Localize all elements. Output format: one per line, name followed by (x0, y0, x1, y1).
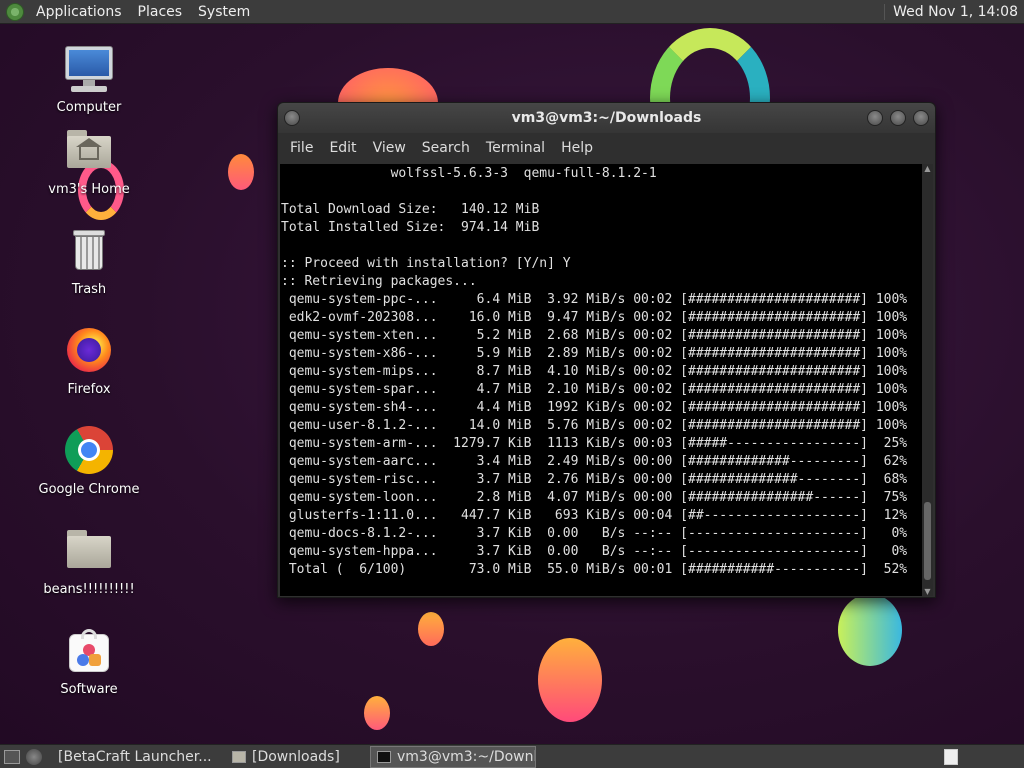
desktop-icon-label: Google Chrome (38, 482, 140, 497)
decor-green-blob (838, 594, 902, 666)
menu-places[interactable]: Places (130, 4, 191, 20)
desktop-icon-home[interactable]: vm3's Home (34, 126, 144, 197)
trash-icon (63, 226, 115, 278)
desktop-icon-label: Software (60, 682, 118, 697)
task-label: [BetaCraft Launcher... (58, 748, 212, 765)
task-label: vm3@vm3:~/Downl... (397, 748, 536, 765)
decor-orange-blob-2 (418, 612, 444, 646)
workspace-switcher[interactable] (944, 748, 958, 765)
folder-icon (232, 750, 246, 763)
menu-search[interactable]: Search (414, 140, 478, 156)
window-title: vm3@vm3:~/Downloads (511, 110, 702, 126)
desktop-icon-computer[interactable]: Computer (34, 44, 144, 115)
menu-view[interactable]: View (365, 140, 414, 156)
scroll-down-arrow-icon[interactable]: ▼ (922, 587, 933, 596)
clock[interactable]: Wed Nov 1, 14:08 (884, 3, 1024, 20)
maximize-button[interactable] (890, 110, 906, 126)
chrome-icon (63, 426, 115, 478)
computer-icon (63, 44, 115, 96)
desktop-icon-label: vm3's Home (48, 182, 130, 197)
software-icon (63, 626, 115, 678)
folder-icon (63, 526, 115, 578)
menu-terminal[interactable]: Terminal (478, 140, 553, 156)
window-menu-button[interactable] (284, 110, 300, 126)
show-desktop-icon[interactable] (4, 749, 20, 764)
desktop-icon-trash[interactable]: Trash (34, 226, 144, 297)
decor-orange-blob-4 (364, 696, 390, 730)
menu-help[interactable]: Help (553, 140, 601, 156)
terminal-scrollbar[interactable]: ▲ ▼ (922, 164, 933, 596)
menu-applications[interactable]: Applications (28, 4, 130, 20)
window-titlebar[interactable]: vm3@vm3:~/Downloads (278, 103, 935, 133)
task-terminal[interactable]: vm3@vm3:~/Downl... (370, 745, 536, 768)
menu-edit[interactable]: Edit (321, 140, 364, 156)
minimize-button[interactable] (867, 110, 883, 126)
desktop-icon-chrome[interactable]: Google Chrome (34, 426, 144, 497)
firefox-icon (63, 326, 115, 378)
terminal-icon (377, 750, 391, 763)
desktop-icon-software[interactable]: Software (34, 626, 144, 697)
workspace-icon[interactable] (26, 748, 42, 765)
scroll-up-arrow-icon[interactable]: ▲ (922, 164, 933, 173)
decor-orange-blob-3 (538, 638, 602, 722)
terminal-menubar: File Edit View Search Terminal Help (278, 133, 935, 163)
terminal-window[interactable]: vm3@vm3:~/Downloads File Edit View Searc… (277, 102, 936, 598)
bottom-taskbar: [BetaCraft Launcher... [Downloads] vm3@v… (0, 744, 1024, 768)
home-folder-icon (63, 126, 115, 178)
terminal-output[interactable]: wolfssl-5.6.3-3 qemu-full-8.1.2-1 Total … (280, 164, 923, 596)
mate-logo-icon[interactable] (6, 2, 24, 21)
task-betacraft[interactable]: [BetaCraft Launcher... (52, 746, 222, 768)
task-label: [Downloads] (252, 748, 340, 765)
desktop-icon-label: Firefox (67, 382, 111, 397)
close-button[interactable] (913, 110, 929, 126)
desktop-icon-beans-folder[interactable]: beans!!!!!!!!!! (34, 526, 144, 597)
decor-small-blob (228, 154, 254, 190)
menu-file[interactable]: File (282, 140, 321, 156)
scrollbar-thumb[interactable] (924, 502, 931, 580)
desktop-icon-firefox[interactable]: Firefox (34, 326, 144, 397)
terminal-text: wolfssl-5.6.3-3 qemu-full-8.1.2-1 Total … (281, 166, 908, 577)
task-downloads[interactable]: [Downloads] (226, 746, 366, 768)
menu-system[interactable]: System (190, 4, 258, 20)
desktop-icon-label: Computer (56, 100, 122, 115)
desktop-icon-label: beans!!!!!!!!!! (43, 582, 135, 597)
desktop-icon-label: Trash (71, 282, 107, 297)
top-panel: Applications Places System Wed Nov 1, 14… (0, 0, 1024, 24)
